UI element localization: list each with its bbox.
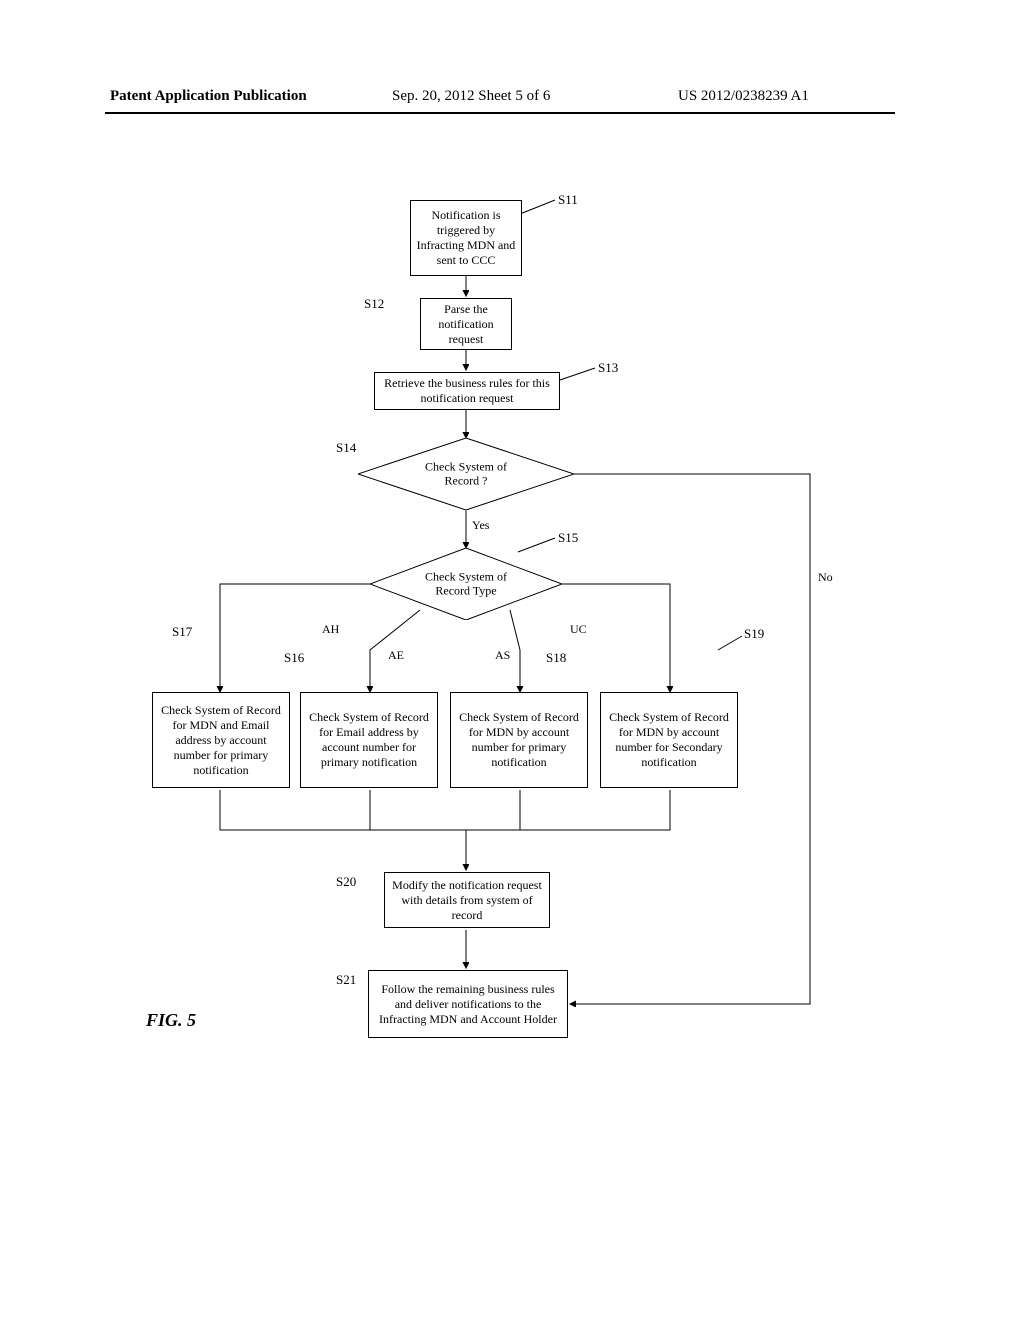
step-s17-text: Check System of Record for MDN and Email… <box>157 703 285 778</box>
step-s19: Check System of Record for MDN by accoun… <box>600 692 738 788</box>
label-s14: S14 <box>336 440 356 456</box>
label-s13: S13 <box>598 360 618 376</box>
branch-uc: UC <box>570 622 587 637</box>
flow-connectors <box>0 0 1024 1320</box>
decision-s14: Check System of Record ? <box>358 438 574 510</box>
step-s20: Modify the notification request with det… <box>384 872 550 928</box>
branch-ae: AE <box>388 648 404 663</box>
step-s17: Check System of Record for MDN and Email… <box>152 692 290 788</box>
step-s16: Check System of Record for Email address… <box>300 692 438 788</box>
label-s15: S15 <box>558 530 578 546</box>
step-s21-text: Follow the remaining business rules and … <box>373 982 563 1027</box>
step-s16-text: Check System of Record for Email address… <box>305 710 433 770</box>
page: Patent Application Publication Sep. 20, … <box>0 0 1024 1320</box>
step-s13: Retrieve the business rules for this not… <box>374 372 560 410</box>
step-s11-text: Notification is triggered by Infracting … <box>415 208 517 268</box>
branch-no: No <box>818 570 833 585</box>
branch-as: AS <box>495 648 510 663</box>
label-s12: S12 <box>364 296 384 312</box>
decision-s15: Check System of Record Type <box>370 548 562 620</box>
step-s12: Parse the notification request <box>420 298 512 350</box>
decision-s15-text: Check System of Record Type <box>418 570 514 599</box>
label-s20: S20 <box>336 874 356 890</box>
step-s21: Follow the remaining business rules and … <box>368 970 568 1038</box>
step-s20-text: Modify the notification request with det… <box>389 878 545 923</box>
label-s17: S17 <box>172 624 192 640</box>
step-s19-text: Check System of Record for MDN by accoun… <box>605 710 733 770</box>
step-s18: Check System of Record for MDN by accoun… <box>450 692 588 788</box>
branch-yes: Yes <box>472 518 489 533</box>
branch-ah: AH <box>322 622 339 637</box>
label-s19: S19 <box>744 626 764 642</box>
step-s12-text: Parse the notification request <box>425 302 507 347</box>
step-s11: Notification is triggered by Infracting … <box>410 200 522 276</box>
figure-label: FIG. 5 <box>146 1010 196 1031</box>
label-s18: S18 <box>546 650 566 666</box>
label-s16: S16 <box>284 650 304 666</box>
decision-s14-text: Check System of Record ? <box>412 460 520 489</box>
label-s11: S11 <box>558 192 578 208</box>
step-s18-text: Check System of Record for MDN by accoun… <box>455 710 583 770</box>
label-s21: S21 <box>336 972 356 988</box>
step-s13-text: Retrieve the business rules for this not… <box>379 376 555 406</box>
